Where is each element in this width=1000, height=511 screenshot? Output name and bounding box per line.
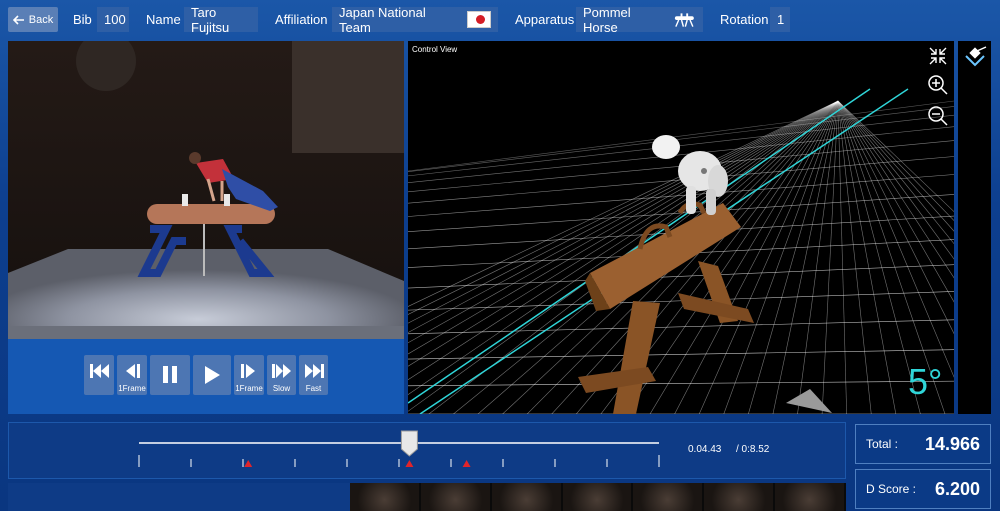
- step-forward-caption: 1Frame: [235, 384, 263, 393]
- zoom-in-icon: [928, 75, 948, 95]
- apparatus-text: Pommel Horse: [583, 4, 631, 35]
- frame-thumbnail[interactable]: [775, 483, 847, 511]
- frame-thumbnail[interactable]: [491, 483, 563, 511]
- step-back-icon: [126, 364, 140, 378]
- apparatus-label: Apparatus: [515, 12, 575, 27]
- app-root: Back Bib 100 Name Taro Fujitsu Affiliati…: [0, 0, 1000, 511]
- timeline-thumb[interactable]: [400, 430, 418, 457]
- pommel-horse-icon: [675, 12, 695, 27]
- scrubber-handle[interactable]: [400, 430, 418, 457]
- step-back-button[interactable]: 1Frame: [117, 355, 147, 395]
- view-angle-readout: 5°: [908, 361, 943, 402]
- zoom-in-button[interactable]: [927, 74, 949, 96]
- affiliation-label: Affiliation: [275, 12, 328, 27]
- frame-thumbnails[interactable]: [350, 483, 847, 511]
- back-label: Back: [28, 13, 54, 26]
- gymnast-video-frame: [8, 41, 404, 339]
- step-back-caption: 1Frame: [118, 384, 146, 393]
- back-button[interactable]: Back: [8, 7, 58, 32]
- total-score-box: Total : 14.966: [855, 424, 991, 464]
- japan-flag-icon: [466, 11, 491, 28]
- element-marker[interactable]: [405, 460, 414, 467]
- rotation-value: 1: [770, 7, 790, 32]
- pause-icon: [163, 366, 177, 383]
- control-view-title: Control View: [412, 45, 458, 54]
- slow-button[interactable]: Slow: [267, 355, 296, 395]
- bib-value: 100: [97, 7, 129, 32]
- play-button[interactable]: [193, 355, 231, 395]
- control-view-panel[interactable]: Control View 5°: [408, 41, 954, 414]
- element-marker[interactable]: [244, 460, 253, 467]
- play-icon: [205, 366, 220, 384]
- video-panel[interactable]: [8, 41, 404, 339]
- fast-caption: Fast: [305, 384, 322, 393]
- d-score-value: 6.200: [934, 478, 980, 499]
- frame-thumbnail[interactable]: [420, 483, 492, 511]
- total-time: / 0:8.52: [736, 444, 770, 455]
- playback-controls: 1Frame 1Frame Slow Fast: [8, 339, 404, 414]
- d-score-box: D Score : 6.200: [855, 469, 991, 509]
- name-value: Taro Fujitsu: [184, 4, 258, 35]
- skip-start-button[interactable]: [84, 355, 114, 395]
- shrink-arrows-icon: [929, 47, 947, 65]
- zoom-out-button[interactable]: [927, 105, 949, 127]
- bib-label: Bib: [73, 12, 92, 27]
- slow-icon: [271, 364, 291, 378]
- timeline-ticks: [138, 455, 660, 467]
- fast-icon: [304, 364, 324, 378]
- zoom-out-icon: [928, 106, 948, 126]
- apparatus-value: Pommel Horse: [576, 4, 703, 35]
- skip-start-icon: [90, 364, 109, 378]
- total-score-label: Total :: [866, 437, 899, 451]
- frame-thumbnail[interactable]: [562, 483, 634, 511]
- control-view-canvas: [408, 41, 954, 414]
- frame-thumbnail[interactable]: [633, 483, 705, 511]
- step-forward-icon: [241, 364, 255, 378]
- laser-tool-button[interactable]: [962, 46, 988, 70]
- affiliation-value: Japan National Team: [332, 4, 498, 35]
- affiliation-text: Japan National Team: [339, 4, 426, 35]
- element-marker[interactable]: [462, 460, 471, 467]
- frame-thumbnail[interactable]: [350, 483, 421, 511]
- athlete-name: Taro Fujitsu: [191, 4, 230, 35]
- timeline-markers: [244, 460, 471, 467]
- step-forward-button[interactable]: 1Frame: [234, 355, 264, 395]
- current-time: 0.04.43: [688, 444, 722, 455]
- back-arrow-icon: [12, 14, 24, 25]
- rotation-label: Rotation: [720, 12, 769, 27]
- total-score-value: 14.966: [924, 433, 980, 454]
- rotation-number: 1: [777, 12, 785, 27]
- laser-pointer-icon: [965, 46, 987, 67]
- name-label: Name: [146, 12, 181, 27]
- frame-thumbnail[interactable]: [704, 483, 776, 511]
- d-score-label: D Score :: [866, 482, 917, 496]
- slow-caption: Slow: [272, 384, 291, 393]
- fit-view-button[interactable]: [927, 45, 949, 67]
- bib-number: 100: [104, 12, 126, 27]
- side-tool-panel: [958, 41, 991, 414]
- fast-button[interactable]: Fast: [299, 355, 328, 395]
- header-bar: Back Bib 100 Name Taro Fujitsu Affiliati…: [0, 0, 1000, 40]
- pause-button[interactable]: [150, 355, 190, 395]
